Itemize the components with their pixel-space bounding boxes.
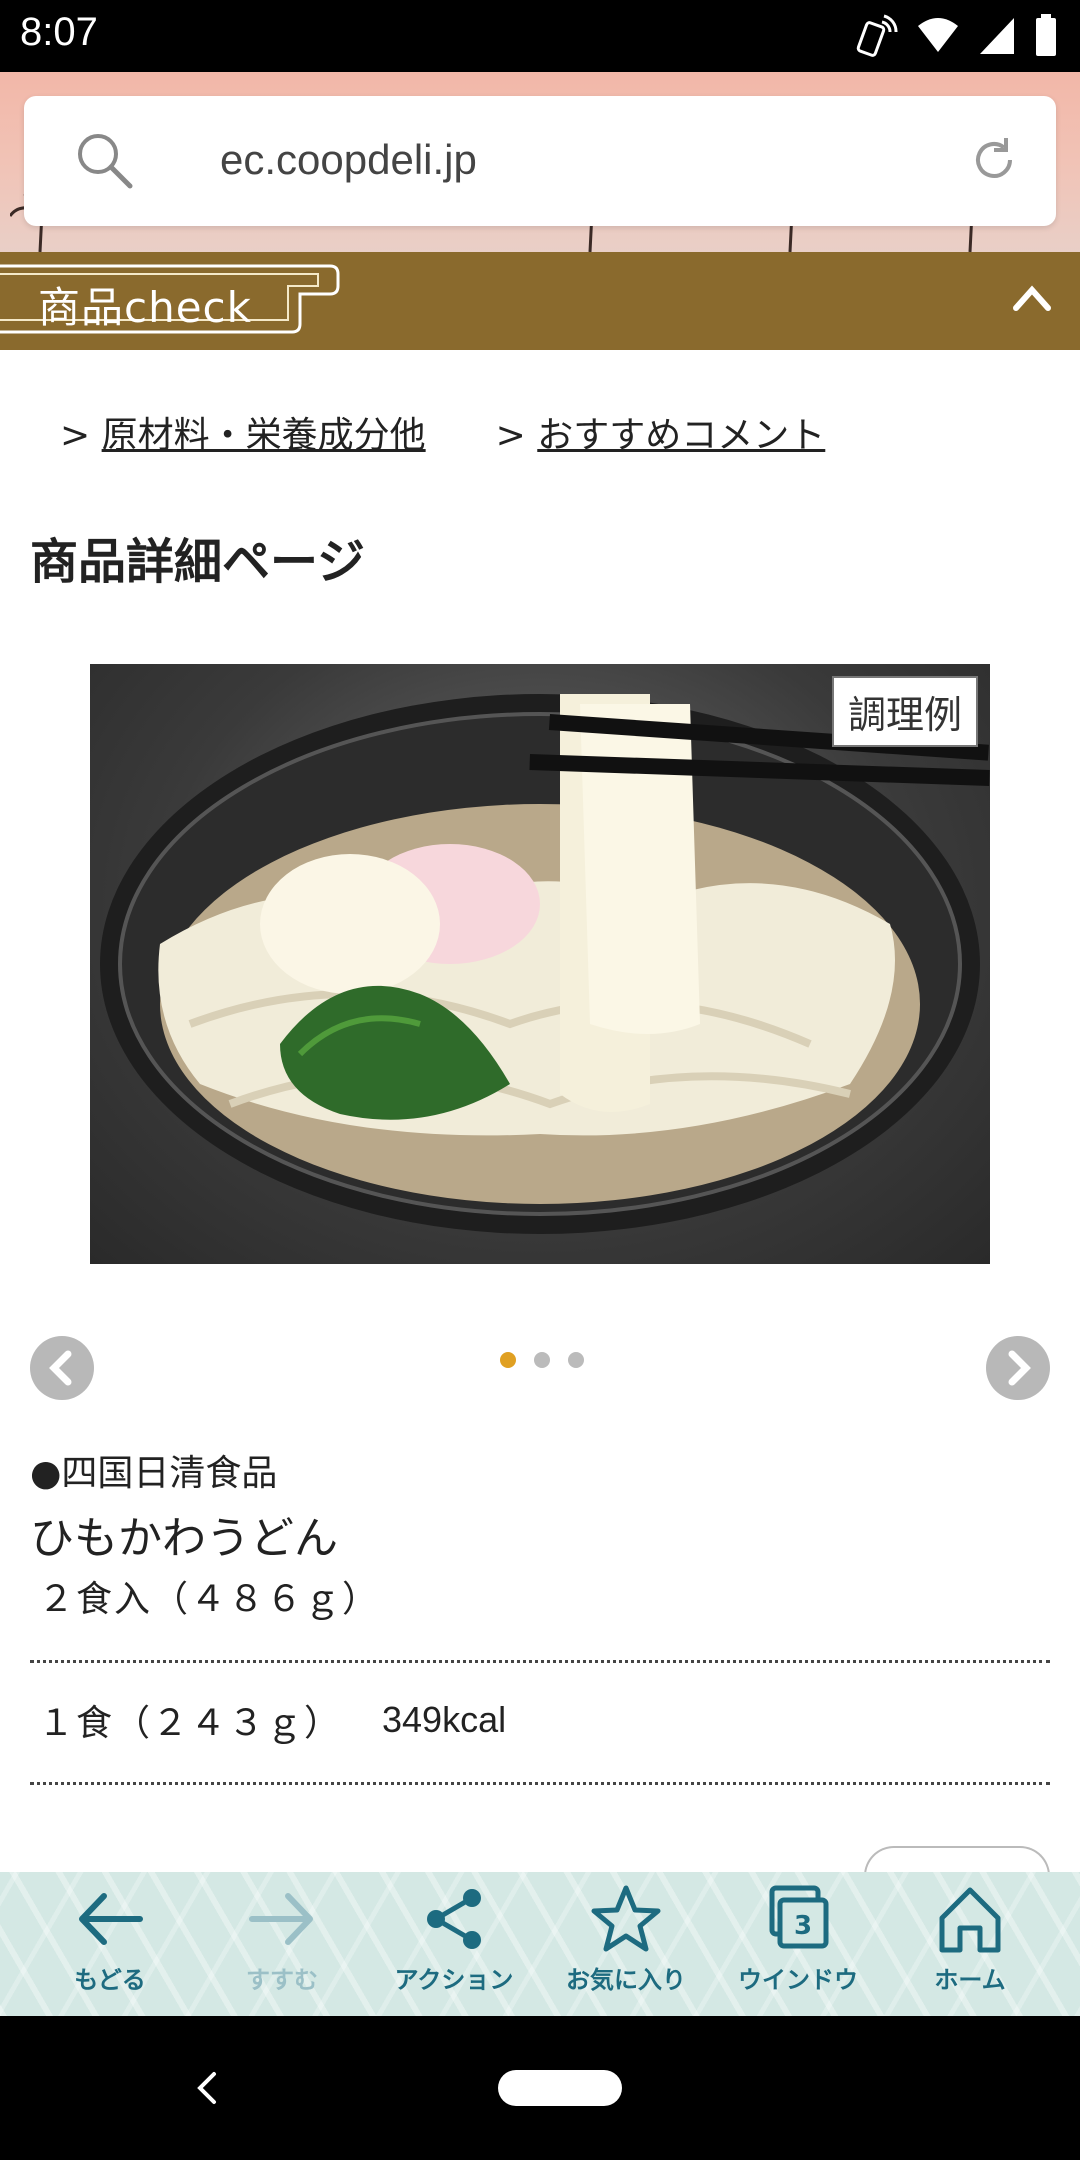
- calories: 349kcal: [382, 1699, 507, 1740]
- battery-icon: [1036, 14, 1056, 56]
- chevron-up-icon[interactable]: [1010, 280, 1054, 316]
- section-label: 商品check: [38, 283, 252, 332]
- url-header: ec.coopdeli.jp: [0, 72, 1080, 252]
- anchor-prefix: >: [495, 415, 526, 456]
- arrow-left-icon: [79, 1893, 143, 1945]
- product-image[interactable]: 調理例: [90, 664, 990, 1264]
- image-tag: 調理例: [831, 676, 978, 747]
- system-nav-bar: [0, 2016, 1080, 2160]
- carousel-dots: [500, 1352, 584, 1368]
- window-label: ウインドウ: [738, 1966, 858, 1994]
- windows-icon: 3: [769, 1885, 829, 1949]
- page-title: 商品詳細ページ: [30, 534, 366, 590]
- product-maker: ●四国日清食品: [30, 1453, 278, 1494]
- carousel-dot[interactable]: [568, 1352, 584, 1368]
- divider: [30, 1660, 1050, 1663]
- signal-icon: [980, 18, 1014, 54]
- serving-info: １食（２４３ｇ） 349kcal: [38, 1694, 506, 1746]
- arrow-right-icon: [249, 1893, 313, 1945]
- divider: [30, 1782, 1050, 1785]
- nav-back-icon[interactable]: [192, 2068, 222, 2108]
- action-label: アクション: [394, 1966, 514, 1994]
- anchor-prefix: >: [60, 415, 91, 456]
- forward-button[interactable]: すすむ: [202, 1884, 362, 2008]
- anchor-links: > 原材料・栄養成分他 > おすすめコメント: [60, 406, 825, 458]
- carousel-prev-button[interactable]: [30, 1336, 94, 1400]
- favorite-button[interactable]: お気に入り: [546, 1884, 706, 2008]
- product-check-band[interactable]: 商品check: [0, 252, 1080, 350]
- forward-label: すすむ: [246, 1966, 318, 1994]
- serving-size: １食（２４３ｇ）: [38, 1703, 343, 1744]
- share-icon: [427, 1889, 481, 1949]
- url-text: ec.coopdeli.jp: [220, 136, 477, 183]
- status-bar: 8:07: [0, 0, 1080, 72]
- anchor-ingredients-link[interactable]: > 原材料・栄養成分他: [60, 406, 426, 458]
- home-label: ホーム: [934, 1966, 1006, 1994]
- product-quantity: ２食入（４８６ｇ）: [38, 1579, 381, 1620]
- home-icon: [939, 1887, 1001, 1953]
- carousel-dot[interactable]: [534, 1352, 550, 1368]
- wifi-icon: [918, 18, 958, 52]
- search-icon: [78, 134, 133, 189]
- status-icons: [854, 14, 1058, 58]
- nfc-icon: [856, 14, 898, 57]
- anchor-label: 原材料・栄養成分他: [101, 415, 426, 456]
- window-button[interactable]: 3 ウインドウ: [718, 1884, 878, 2008]
- back-label: もどる: [74, 1966, 146, 1994]
- status-time: 8:07: [20, 10, 98, 54]
- star-icon: [591, 1885, 661, 1952]
- nav-home-pill[interactable]: [498, 2070, 622, 2106]
- carousel-next-button[interactable]: [986, 1336, 1050, 1400]
- address-bar[interactable]: ec.coopdeli.jp: [24, 96, 1056, 226]
- chevron-right-icon: [1008, 1350, 1031, 1386]
- favorite-label: お気に入り: [566, 1966, 686, 1994]
- chevron-left-icon: [49, 1350, 72, 1386]
- anchor-label: おすすめコメント: [537, 415, 826, 456]
- browser-toolbar: もどる すすむ アクション お気に入り 3 ウインドウ ホーム: [0, 1872, 1080, 2016]
- home-button[interactable]: ホーム: [890, 1884, 1050, 2008]
- anchor-comment-link[interactable]: > おすすめコメント: [496, 406, 826, 458]
- udon-illustration: [100, 694, 990, 1234]
- window-count: 3: [794, 1911, 812, 1941]
- reload-icon[interactable]: [966, 132, 1022, 188]
- back-button[interactable]: もどる: [30, 1884, 190, 2008]
- product-name: ひもかわうどん: [30, 1513, 338, 1564]
- carousel-dot[interactable]: [500, 1352, 516, 1368]
- action-button[interactable]: アクション: [374, 1884, 534, 2008]
